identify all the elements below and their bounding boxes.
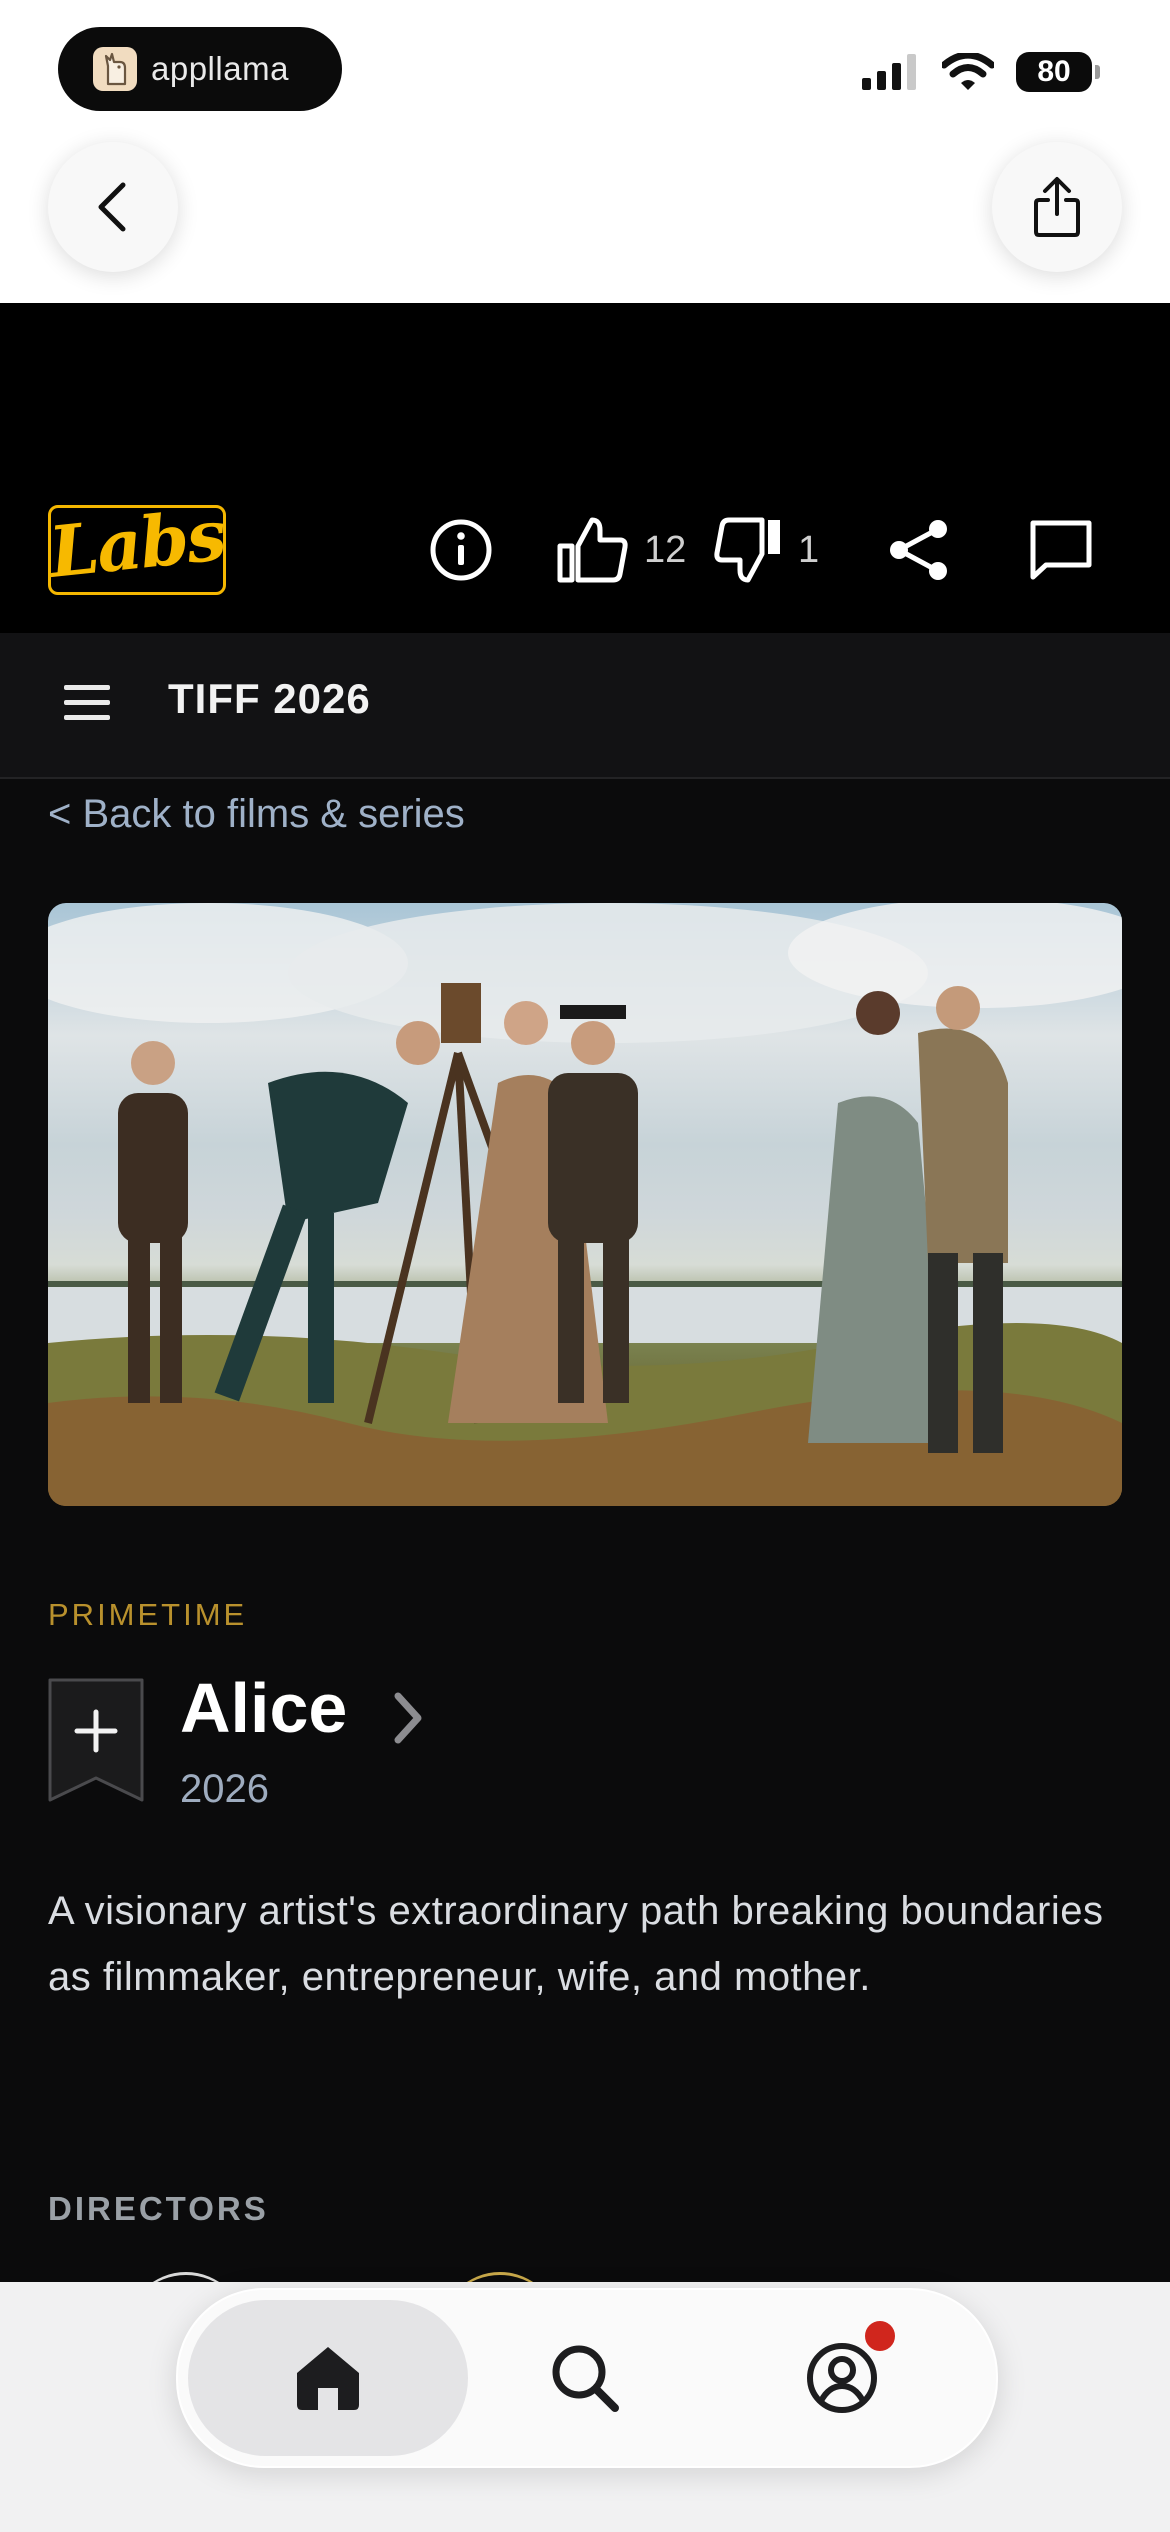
app-name: appllama: [151, 50, 289, 87]
status-icons: 80: [862, 52, 1100, 92]
battery-level: 80: [1037, 55, 1071, 88]
notification-badge: [862, 2318, 898, 2354]
info-button[interactable]: [428, 505, 494, 595]
sub-navigation: TIFF 2026: [0, 633, 1170, 779]
like-count: 12: [644, 528, 687, 571]
header-actions: 12 1: [0, 505, 1170, 595]
cellular-signal-icon: [862, 54, 916, 90]
share-nodes-icon: [890, 520, 947, 580]
film-year: 2026: [180, 1767, 269, 1811]
title-chevron-button[interactable]: [388, 1688, 428, 1753]
browser-chrome: appllama 80: [0, 0, 1170, 303]
tab-search[interactable]: [505, 2290, 665, 2466]
bottom-tab-bar: [176, 2288, 998, 2468]
comments-button[interactable]: [1028, 505, 1094, 595]
add-to-watchlist-button[interactable]: [48, 1678, 144, 1802]
film-still-illustration: [48, 903, 1122, 1506]
chevron-left-icon: [98, 182, 126, 232]
share-page-button[interactable]: [992, 142, 1122, 272]
dislike-count: 1: [798, 528, 820, 571]
thumbs-down-icon: [714, 517, 780, 583]
search-icon: [552, 2345, 619, 2412]
back-button[interactable]: [48, 142, 178, 272]
share-button[interactable]: [888, 505, 950, 595]
back-to-films-link[interactable]: < Back to films & series: [48, 792, 465, 837]
info-icon: [430, 519, 492, 581]
film-still-image: [48, 903, 1122, 1506]
festival-title[interactable]: TIFF 2026: [168, 675, 371, 723]
app-indicator-pill[interactable]: appllama: [58, 27, 342, 111]
like-button[interactable]: 12: [556, 505, 686, 595]
home-icon: [297, 2347, 359, 2410]
chevron-right-icon: [394, 1692, 422, 1744]
directors-heading: DIRECTORS: [48, 2190, 269, 2227]
tab-home[interactable]: [248, 2290, 408, 2466]
share-upload-icon: [1034, 177, 1080, 237]
dislike-button[interactable]: 1: [714, 505, 819, 595]
thumbs-up-icon: [557, 517, 628, 583]
comment-icon: [1030, 520, 1092, 580]
menu-button[interactable]: [62, 683, 112, 728]
battery-indicator: 80: [1016, 52, 1100, 92]
tab-profile[interactable]: [762, 2290, 922, 2466]
hamburger-menu-icon: [64, 685, 110, 720]
wifi-icon: [942, 53, 994, 90]
film-synopsis: A visionary artist's extraordinary path …: [48, 1889, 1104, 1999]
llama-logo-icon: [93, 47, 137, 91]
profile-icon: [807, 2343, 877, 2413]
film-title[interactable]: Alice: [180, 1668, 347, 1748]
bookmark-add-icon: [48, 1678, 144, 1802]
category-label: PRIMETIME: [48, 1597, 248, 1632]
